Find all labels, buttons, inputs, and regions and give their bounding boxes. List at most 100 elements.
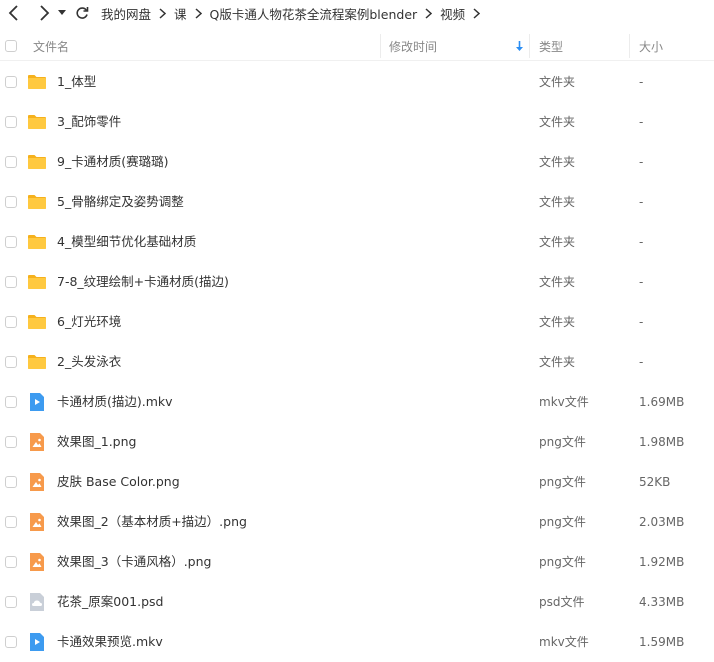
- row-checkbox[interactable]: [5, 276, 17, 288]
- file-row[interactable]: 效果图_3（卡通风格）.png png文件 1.92MB: [0, 542, 714, 582]
- file-row[interactable]: 1_体型 文件夹 -: [0, 62, 714, 102]
- file-row[interactable]: 卡通效果预览.mkv mkv文件 1.59MB: [0, 622, 714, 662]
- folder-icon: [27, 152, 47, 172]
- chevron-left-icon[interactable]: [3, 2, 25, 24]
- file-size: -: [639, 155, 644, 169]
- row-checkbox[interactable]: [5, 356, 17, 368]
- row-checkbox[interactable]: [5, 156, 17, 168]
- breadcrumb-separator-icon: [159, 7, 167, 19]
- file-size: -: [639, 195, 644, 209]
- caret-down-icon[interactable]: [55, 2, 69, 24]
- file-row[interactable]: 3_配饰零件 文件夹 -: [0, 102, 714, 142]
- refresh-icon[interactable]: [71, 2, 93, 24]
- file-name[interactable]: 花茶_原案001.psd: [57, 582, 163, 622]
- folder-icon: [27, 352, 47, 372]
- folder-icon: [27, 112, 47, 132]
- file-name[interactable]: 3_配饰零件: [57, 102, 121, 142]
- file-row[interactable]: 花茶_原案001.psd psd文件 4.33MB: [0, 582, 714, 622]
- breadcrumb-separator-icon: [195, 7, 202, 19]
- row-checkbox[interactable]: [5, 476, 17, 488]
- file-name[interactable]: 1_体型: [57, 62, 96, 102]
- file-row[interactable]: 5_骨骼绑定及姿势调整 文件夹 -: [0, 182, 714, 222]
- column-header-type[interactable]: 类型: [539, 32, 563, 60]
- file-name[interactable]: 2_头发泳衣: [57, 342, 121, 382]
- file-name[interactable]: 5_骨骼绑定及姿势调整: [57, 182, 184, 222]
- select-all-checkbox[interactable]: [5, 40, 17, 52]
- column-divider[interactable]: [629, 34, 630, 58]
- file-name[interactable]: 效果图_3（卡通风格）.png: [57, 542, 211, 582]
- file-row[interactable]: 6_灯光环境 文件夹 -: [0, 302, 714, 342]
- image-file-icon: [27, 512, 47, 532]
- row-checkbox[interactable]: [5, 396, 17, 408]
- psd-file-icon: [27, 592, 47, 612]
- row-checkbox[interactable]: [5, 316, 17, 328]
- row-checkbox[interactable]: [5, 236, 17, 248]
- file-row[interactable]: 7-8_纹理绘制+卡通材质(描边) 文件夹 -: [0, 262, 714, 302]
- breadcrumb-item[interactable]: Q版卡通人物花茶全流程案例blender: [210, 4, 418, 23]
- breadcrumb: 我的网盘 课 Q版卡通人物花茶全流程案例blender 视频: [101, 4, 488, 23]
- file-type: 文件夹: [539, 355, 576, 369]
- file-type: mkv文件: [539, 395, 589, 409]
- file-name[interactable]: 皮肤 Base Color.png: [57, 462, 180, 502]
- file-name[interactable]: 卡通材质(描边).mkv: [57, 382, 173, 422]
- file-size: 1.92MB: [639, 555, 685, 569]
- folder-icon: [27, 232, 47, 252]
- file-size: 1.98MB: [639, 435, 685, 449]
- folder-icon: [27, 192, 47, 212]
- breadcrumb-item[interactable]: 我的网盘: [101, 4, 151, 23]
- breadcrumb-item[interactable]: 课: [174, 4, 187, 23]
- file-type: png文件: [539, 515, 586, 529]
- image-file-icon: [27, 432, 47, 452]
- row-checkbox[interactable]: [5, 596, 17, 608]
- sort-down-arrow-icon[interactable]: [515, 32, 524, 60]
- breadcrumb-item[interactable]: 视频: [440, 4, 465, 23]
- column-header-modified[interactable]: 修改时间: [389, 32, 437, 60]
- file-row[interactable]: 卡通材质(描边).mkv mkv文件 1.69MB: [0, 382, 714, 422]
- file-row[interactable]: 9_卡通材质(赛璐璐) 文件夹 -: [0, 142, 714, 182]
- column-header-size[interactable]: 大小: [639, 32, 663, 60]
- file-size: -: [639, 235, 644, 249]
- file-list-header: 文件名 修改时间 类型 大小: [0, 32, 714, 61]
- column-divider[interactable]: [380, 34, 381, 58]
- file-name[interactable]: 效果图_2（基本材质+描边）.png: [57, 502, 247, 542]
- file-row[interactable]: 4_模型细节优化基础材质 文件夹 -: [0, 222, 714, 262]
- file-row[interactable]: 效果图_1.png png文件 1.98MB: [0, 422, 714, 462]
- file-row[interactable]: 效果图_2（基本材质+描边）.png png文件 2.03MB: [0, 502, 714, 542]
- breadcrumb-separator-icon: [473, 7, 481, 19]
- folder-icon: [27, 312, 47, 332]
- file-name[interactable]: 卡通效果预览.mkv: [57, 622, 163, 662]
- chevron-right-icon[interactable]: [33, 2, 55, 24]
- column-header-name[interactable]: 文件名: [33, 32, 69, 60]
- column-divider[interactable]: [529, 34, 530, 58]
- file-size: 52KB: [639, 475, 671, 489]
- file-type: 文件夹: [539, 235, 576, 249]
- row-checkbox[interactable]: [5, 516, 17, 528]
- file-type: 文件夹: [539, 75, 576, 89]
- file-type: png文件: [539, 555, 586, 569]
- file-type: png文件: [539, 475, 586, 489]
- file-size: 1.59MB: [639, 635, 685, 649]
- row-checkbox[interactable]: [5, 556, 17, 568]
- file-name[interactable]: 7-8_纹理绘制+卡通材质(描边): [57, 262, 229, 302]
- row-checkbox[interactable]: [5, 636, 17, 648]
- image-file-icon: [27, 472, 47, 492]
- row-checkbox[interactable]: [5, 436, 17, 448]
- row-checkbox[interactable]: [5, 76, 17, 88]
- file-type: 文件夹: [539, 275, 576, 289]
- file-size: -: [639, 315, 644, 329]
- file-type: 文件夹: [539, 315, 576, 329]
- file-name[interactable]: 效果图_1.png: [57, 422, 136, 462]
- file-size: 1.69MB: [639, 395, 685, 409]
- file-type: 文件夹: [539, 115, 576, 129]
- file-type: 文件夹: [539, 155, 576, 169]
- file-name[interactable]: 9_卡通材质(赛璐璐): [57, 142, 168, 182]
- file-type: 文件夹: [539, 195, 576, 209]
- file-row[interactable]: 皮肤 Base Color.png png文件 52KB: [0, 462, 714, 502]
- row-checkbox[interactable]: [5, 196, 17, 208]
- file-size: -: [639, 275, 644, 289]
- row-checkbox[interactable]: [5, 116, 17, 128]
- file-name[interactable]: 4_模型细节优化基础材质: [57, 222, 196, 262]
- file-row[interactable]: 2_头发泳衣 文件夹 -: [0, 342, 714, 382]
- file-name[interactable]: 6_灯光环境: [57, 302, 121, 342]
- file-type: psd文件: [539, 595, 585, 609]
